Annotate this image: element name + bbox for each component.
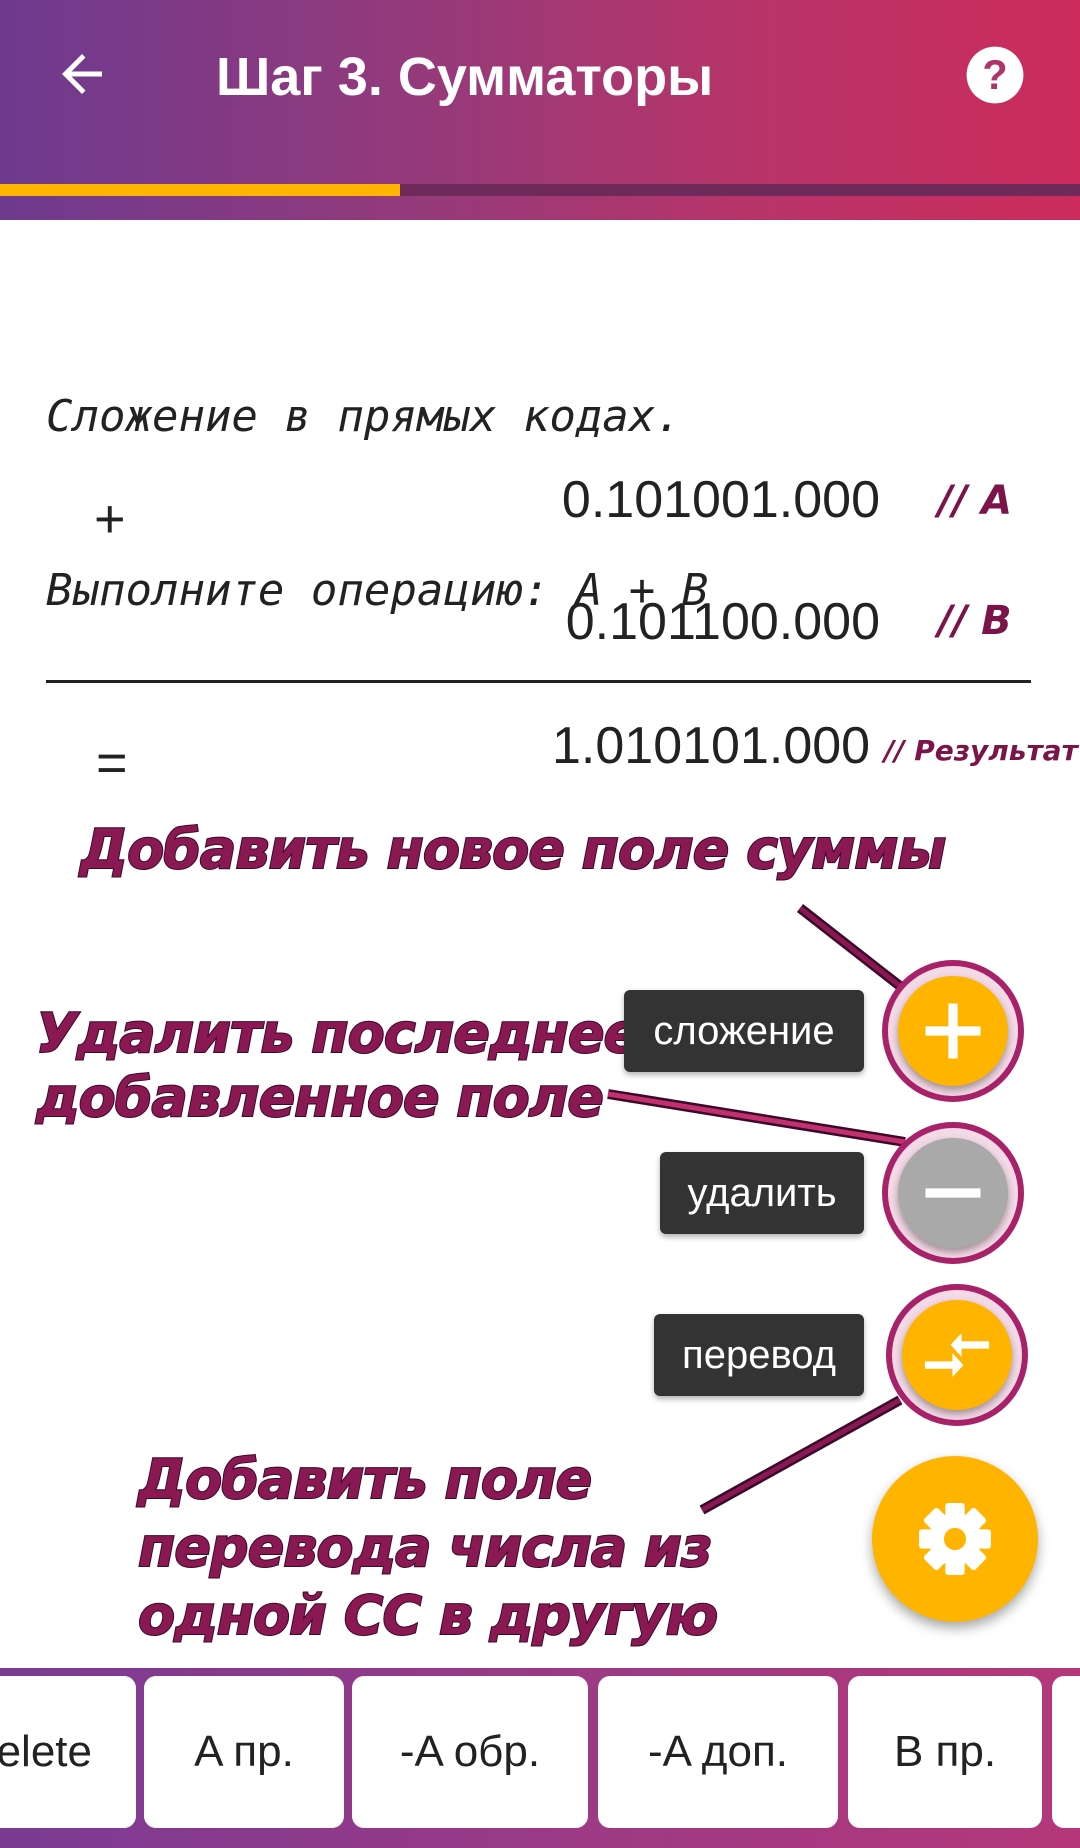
add-sum-highlight <box>882 960 1024 1102</box>
result-field[interactable]: 1.010101.000 <box>552 716 870 776</box>
hint-conversion-line-3: одной СС в другую <box>137 1583 719 1648</box>
help-circle-icon[interactable]: ? <box>964 44 1026 106</box>
delete-field-chip[interactable]: удалить <box>660 1152 864 1234</box>
delete-field-highlight <box>882 1122 1024 1264</box>
key-next[interactable] <box>1052 1676 1080 1828</box>
equals-sign: = <box>96 733 128 793</box>
convert-button[interactable] <box>902 1300 1012 1410</box>
convert-highlight <box>886 1284 1028 1426</box>
arrows-compress-icon <box>924 1333 990 1377</box>
convert-chip[interactable]: перевод <box>654 1314 864 1396</box>
step-progress-fill <box>0 184 400 196</box>
key-a-direct[interactable]: A пр. <box>144 1676 344 1828</box>
operand-b-field[interactable]: 0.101100.000 <box>566 592 880 652</box>
gear-icon <box>919 1503 991 1575</box>
hint-delete-line-1: Удалить последнее <box>35 1001 641 1066</box>
task-line-1: Сложение в прямых кодах. <box>46 391 682 442</box>
key-bar: elete A пр. -A обр. -A доп. B пр. <box>0 1668 1080 1848</box>
add-sum-button[interactable] <box>898 976 1008 1086</box>
hint-delete-line-2: добавленное поле <box>35 1065 605 1130</box>
hint-conversion-line-2: перевода числа из <box>137 1515 713 1580</box>
operand-b-comment: // B <box>938 598 1012 644</box>
key-b-direct[interactable]: B пр. <box>848 1676 1042 1828</box>
add-sum-chip[interactable]: сложение <box>624 990 864 1072</box>
plus-icon <box>925 1003 981 1059</box>
key-a-complement[interactable]: -A доп. <box>598 1676 838 1828</box>
arrow-left-icon[interactable] <box>52 44 112 104</box>
hint-conversion: Добавить поле перевода числа из одной СС… <box>137 1446 719 1650</box>
hint-conversion-line-1: Добавить поле <box>137 1447 593 1512</box>
sum-divider <box>46 680 1031 683</box>
delete-field-button[interactable] <box>898 1138 1008 1248</box>
plus-sign: + <box>94 489 126 549</box>
hint-delete-last: Удалить последнее добавленное поле <box>35 1001 641 1130</box>
hint-add-sum: Добавить новое поле суммы <box>79 817 947 882</box>
step-progress-bar <box>0 184 1080 196</box>
minus-icon <box>925 1188 981 1198</box>
operand-a-comment: // A <box>938 478 1013 524</box>
settings-fab[interactable] <box>872 1456 1038 1622</box>
result-comment: // Результат <box>884 734 1078 767</box>
operand-a-field[interactable]: 0.101001.000 <box>562 470 880 530</box>
svg-text:?: ? <box>982 52 1007 98</box>
page-title: Шаг 3. Сумматоры <box>216 47 714 107</box>
key-a-inverse[interactable]: -A обр. <box>352 1676 588 1828</box>
key-delete[interactable]: elete <box>0 1676 136 1828</box>
app-bar: Шаг 3. Сумматоры ? <box>0 0 1080 220</box>
